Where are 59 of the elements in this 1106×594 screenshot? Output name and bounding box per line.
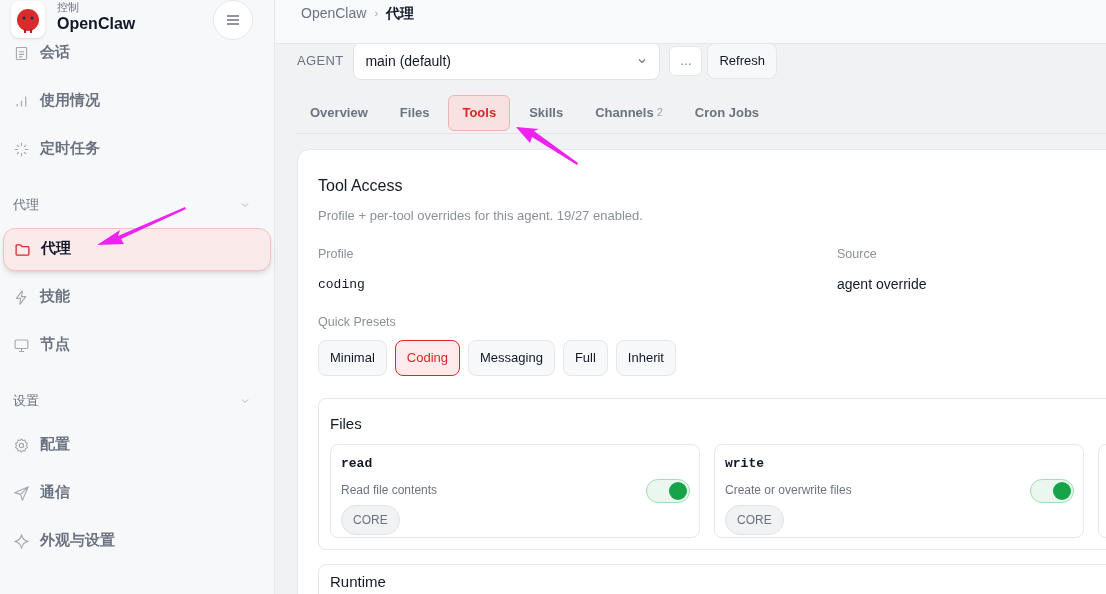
sidebar-item[interactable]: 技能 [0,275,274,319]
agent-label: AGENT [297,52,344,71]
tab[interactable]: Cron Jobs [681,94,773,131]
sidebar-item[interactable]: 使用情况 [0,79,274,123]
field-label: Source [837,245,878,263]
brand-title: OpenClaw [57,16,136,32]
agent-select[interactable]: main (default) [353,44,661,80]
sidebar-item[interactable]: 通信 [0,471,274,515]
preset-button[interactable]: Inherit [615,340,676,376]
field-value: coding [318,276,366,295]
toggle-switch[interactable] [1030,478,1074,503]
breadcrumb-item: 代理 [386,4,415,23]
card-title: Tool Access [318,176,404,196]
tab[interactable]: Tools [448,94,511,131]
chevron-icon [637,56,648,66]
section-heading: 代理 [13,196,39,215]
sidebar-item[interactable]: 代理 [3,227,271,271]
tab[interactable]: Files [386,94,443,131]
tab[interactable]: Skills [516,94,577,131]
tab[interactable]: Channels 2 [582,94,676,131]
field-label: Profile [318,245,355,263]
presets-label: Quick Presets [318,314,397,332]
tool-description: Read file contents [341,482,439,499]
tool-name: read [341,454,374,473]
breadcrumb-item[interactable]: OpenClaw [301,3,367,24]
preset-button[interactable]: Messaging [468,340,555,376]
annotation-arrow [516,127,578,165]
more-button[interactable]: … [669,46,703,76]
toggle-switch[interactable] [646,478,690,503]
field-value: agent override [837,275,928,295]
group-title: Files [330,414,363,434]
sparkle-icon [13,532,30,550]
section-heading: 设置 [13,392,39,411]
sidebar-item[interactable]: 节点 [0,323,274,367]
document-icon [13,44,30,62]
refresh-button[interactable]: Refresh [707,44,777,79]
tool-description: Create or overwrite files [725,482,853,499]
sidebar-item[interactable]: 定时任务 [0,127,274,171]
preset-button[interactable]: Minimal [318,340,387,376]
menu-icon [225,12,241,28]
group-title: Runtime [330,571,387,592]
monitor-icon [13,336,30,354]
breadcrumb-separator: › [374,6,379,21]
loader-icon [13,140,30,158]
sidebar-item[interactable]: 配置 [0,423,274,467]
preset-button[interactable]: Full [562,340,608,376]
menu-button[interactable] [213,0,253,40]
card-subtitle: Profile + per-tool overrides for this agent. 19/27 enabled. [318,207,644,225]
send-icon [13,484,30,502]
core-badge: CORE [341,505,400,535]
core-badge: CORE [725,505,784,535]
sidebar-item[interactable]: 外观与设置 [0,519,274,563]
settings-icon [13,436,30,454]
sidebar-item[interactable]: 会话 [0,31,274,75]
preset-button[interactable]: Coding [394,340,460,376]
brand-subtitle: 控制 [57,1,80,13]
tab-count: 2 [656,105,663,121]
tool-name: write [725,454,765,473]
tab[interactable]: Overview [297,94,381,131]
